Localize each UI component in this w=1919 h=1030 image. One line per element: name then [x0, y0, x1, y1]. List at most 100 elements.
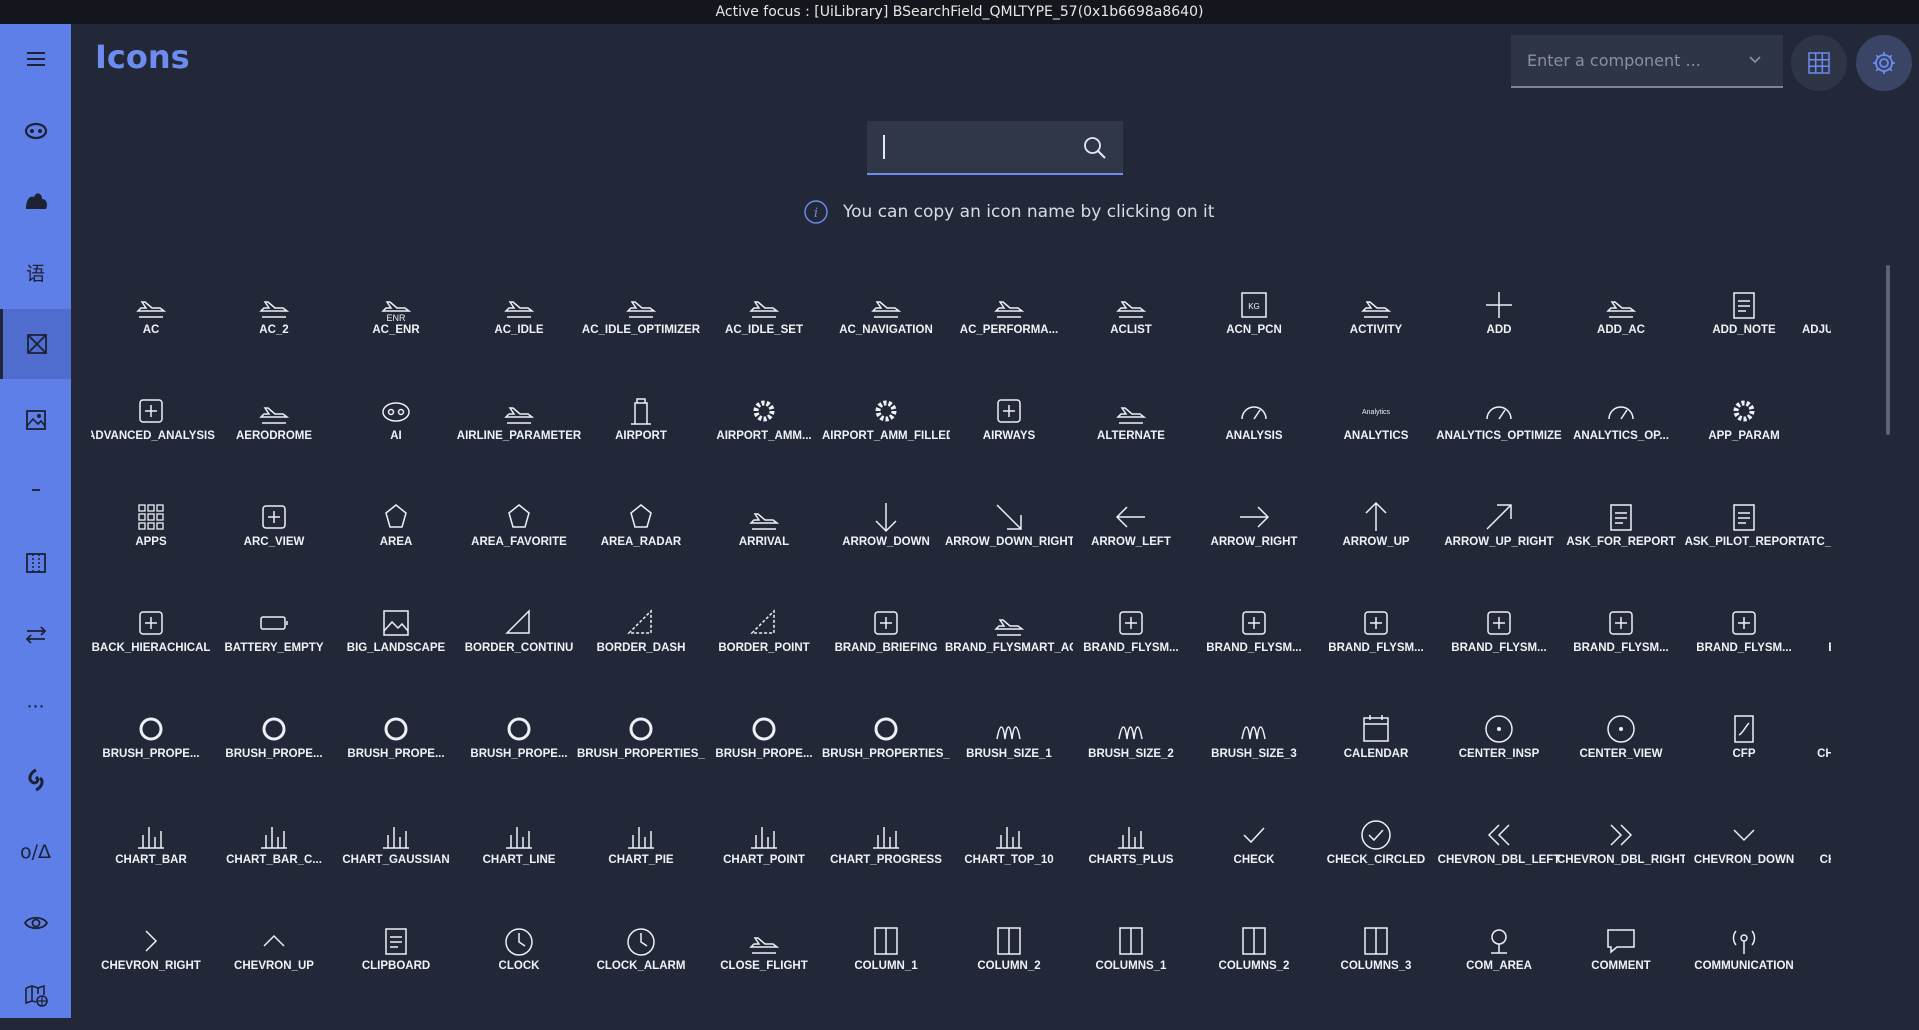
search-icon[interactable]: [1081, 134, 1109, 162]
icon-tile[interactable]: CENTER_VIEW: [1561, 704, 1681, 808]
icon-tile[interactable]: ARROW_UP_RIGHT: [1439, 492, 1559, 596]
icon-tile[interactable]: BRUSH_PROPE...: [91, 704, 211, 808]
icon-tile[interactable]: ADVANCED_ANALYSIS: [91, 386, 215, 490]
icon-tile[interactable]: COLUMN_2: [949, 916, 1069, 1018]
icon-tile[interactable]: AERODROME: [214, 386, 334, 490]
icon-tile[interactable]: BRUSH_PROPE...: [704, 704, 824, 808]
icon-tile[interactable]: BRUSH_PROPERTIES_L: [577, 704, 705, 808]
icon-tile[interactable]: ARROW_RIGHT: [1194, 492, 1314, 596]
icon-tile[interactable]: BACK_HIERACHICAL: [91, 598, 211, 702]
icon-tile[interactable]: BRIGHTNESS: [1806, 598, 1831, 702]
icon-tile[interactable]: ANALYTICS_OPTIMIZE: [1436, 386, 1562, 490]
icon-tile[interactable]: CLOCK_ALARM: [581, 916, 701, 1018]
icon-tile[interactable]: COMMUNICATION: [1684, 916, 1804, 1018]
sidebar-item-eye[interactable]: [0, 888, 71, 958]
icon-tile[interactable]: ARROW_DOWN_RIGHT: [945, 492, 1073, 596]
sidebar-item-swap[interactable]: [0, 600, 71, 670]
component-select[interactable]: Enter a component ...: [1511, 35, 1783, 88]
icon-tile[interactable]: ATC_COMMUNICATION: [1802, 492, 1831, 596]
sidebar-item-divider[interactable]: [0, 455, 71, 525]
icon-tile[interactable]: BRUSH_PROPE...: [214, 704, 334, 808]
icon-tile[interactable]: AIRLINE_PARAMETER: [457, 386, 581, 490]
icon-tile[interactable]: APPS: [91, 492, 211, 596]
icon-tile[interactable]: AREA_FAVORITE: [459, 492, 579, 596]
icon-tile[interactable]: AC_IDLE_OPTIMIZER: [581, 280, 701, 384]
icon-tile[interactable]: COMMENT: [1561, 916, 1681, 1018]
icon-tile[interactable]: BRAND_FLYSM...: [1439, 598, 1559, 702]
sidebar-item-translate[interactable]: 语: [0, 237, 71, 307]
icon-tile[interactable]: ADJUST_TO_FILE_SIZE: [1802, 280, 1831, 384]
icon-tile[interactable]: CLOSE_FLIGHT: [704, 916, 824, 1018]
icon-tile[interactable]: AC: [91, 280, 211, 384]
icon-tile[interactable]: ASK_FOR_REPORT: [1561, 492, 1681, 596]
icon-tile[interactable]: AIRPORT: [581, 386, 701, 490]
icon-tile[interactable]: ENR AC_ENR: [336, 280, 456, 384]
search-field[interactable]: [867, 121, 1123, 175]
scrollbar[interactable]: [1886, 265, 1890, 435]
icon-tile[interactable]: CHART_BAR_C...: [214, 810, 334, 914]
sidebar-item-image[interactable]: [0, 385, 71, 455]
icon-tile[interactable]: AIRWAYS: [949, 386, 1069, 490]
icon-tile[interactable]: ARROW_LEFT: [1071, 492, 1191, 596]
sidebar-item-robot[interactable]: [0, 95, 71, 165]
icon-tile[interactable]: ANALYTICS_OP...: [1561, 386, 1681, 490]
icon-tile[interactable]: CHECK: [1194, 810, 1314, 914]
icon-tile[interactable]: BRAND_FLYSM...: [1684, 598, 1804, 702]
icon-tile[interactable]: CHART_PIE: [581, 810, 701, 914]
icon-tile[interactable]: CFP: [1684, 704, 1804, 808]
sidebar-item-map-globe[interactable]: [0, 960, 71, 1030]
icon-tile[interactable]: BRAND_FLYSM...: [1071, 598, 1191, 702]
icon-tile[interactable]: CHEVRON_DBL_LEFT: [1438, 810, 1560, 914]
icon-tile[interactable]: COLUMN_1: [826, 916, 946, 1018]
icon-tile[interactable]: CHEVRON_DBL_RIGHT: [1557, 810, 1685, 914]
sidebar-item-swirl[interactable]: [0, 745, 71, 815]
icon-tile[interactable]: CHART_TOP_10: [949, 810, 1069, 914]
icon-tile[interactable]: ARC_VIEW: [214, 492, 334, 596]
icon-tile[interactable]: CHEVRON_RIGHT: [91, 916, 211, 1018]
icon-tile[interactable]: CLOCK: [459, 916, 579, 1018]
icon-tile[interactable]: CHART_PROGRESS: [826, 810, 946, 914]
sidebar-item-columns[interactable]: [0, 528, 71, 598]
icon-tile[interactable]: ADD_AC: [1561, 280, 1681, 384]
icon-tile[interactable]: BRAND_FLYSM...: [1316, 598, 1436, 702]
icon-tile[interactable]: Analytics ANALYTICS: [1316, 386, 1436, 490]
icon-tile[interactable]: AREA: [336, 492, 456, 596]
sidebar-item-formula[interactable]: ο/Δ: [0, 817, 71, 887]
icon-tile[interactable]: AC_2: [214, 280, 334, 384]
icon-tile[interactable]: CHART_BAR: [91, 810, 211, 914]
icon-tile[interactable]: BRUSH_PROPE...: [336, 704, 456, 808]
icon-tile[interactable]: ARROW_DOWN: [826, 492, 946, 596]
icon-tile[interactable]: BRUSH_SIZE_1: [949, 704, 1069, 808]
icon-tile[interactable]: APP_PARAM: [1684, 386, 1804, 490]
icon-tile[interactable]: CLIPBOARD: [336, 916, 456, 1018]
icon-tile[interactable]: AC_PERFORMA...: [949, 280, 1069, 384]
sidebar-item-icons[interactable]: [0, 309, 71, 379]
grid-view-button[interactable]: [1791, 35, 1847, 91]
icon-tile[interactable]: ARROW_UP: [1316, 492, 1436, 596]
icon-tile[interactable]: ADD_NOTE: [1684, 280, 1804, 384]
icon-tile[interactable]: CHEVRON_UP: [214, 916, 334, 1018]
sidebar-item-more[interactable]: ···: [0, 672, 71, 742]
icon-tile[interactable]: BRAND_FLYSM...: [1561, 598, 1681, 702]
icon-tile[interactable]: BORDER_POINT: [704, 598, 824, 702]
icon-tile[interactable]: ASK_PILOT_REPORT: [1684, 492, 1804, 596]
icon-tile[interactable]: CHARTS_PLUS: [1071, 810, 1191, 914]
icon-tile[interactable]: COLUMNS_2: [1194, 916, 1314, 1018]
icon-tile[interactable]: CENTER_INSP: [1439, 704, 1559, 808]
icon-tile[interactable]: ACTIVITY: [1316, 280, 1436, 384]
icon-tile[interactable]: BRAND_BRIEFING: [826, 598, 946, 702]
settings-button[interactable]: [1856, 35, 1912, 91]
icon-tile[interactable]: CHART_LINE: [459, 810, 579, 914]
icon-tile[interactable]: ACLIST: [1071, 280, 1191, 384]
icon-tile[interactable]: CHEVRON_DOWN: [1684, 810, 1804, 914]
icon-tile[interactable]: ANALYSIS: [1194, 386, 1314, 490]
sidebar-item-paint-splash[interactable]: [0, 166, 71, 236]
icon-tile[interactable]: ARRIVAL: [704, 492, 824, 596]
icon-tile[interactable]: CHART_POINT: [704, 810, 824, 914]
icon-tile[interactable]: BRAND_FLYSMART_AC: [945, 598, 1073, 702]
icon-tile[interactable]: BORDER_CONTINU: [459, 598, 579, 702]
icon-tile[interactable]: ADD: [1439, 280, 1559, 384]
icon-tile[interactable]: KG ACN_PCN: [1194, 280, 1314, 384]
icon-tile[interactable]: AIRPORT_AMM...: [704, 386, 824, 490]
icon-tile[interactable]: BRUSH_SIZE_3: [1194, 704, 1314, 808]
